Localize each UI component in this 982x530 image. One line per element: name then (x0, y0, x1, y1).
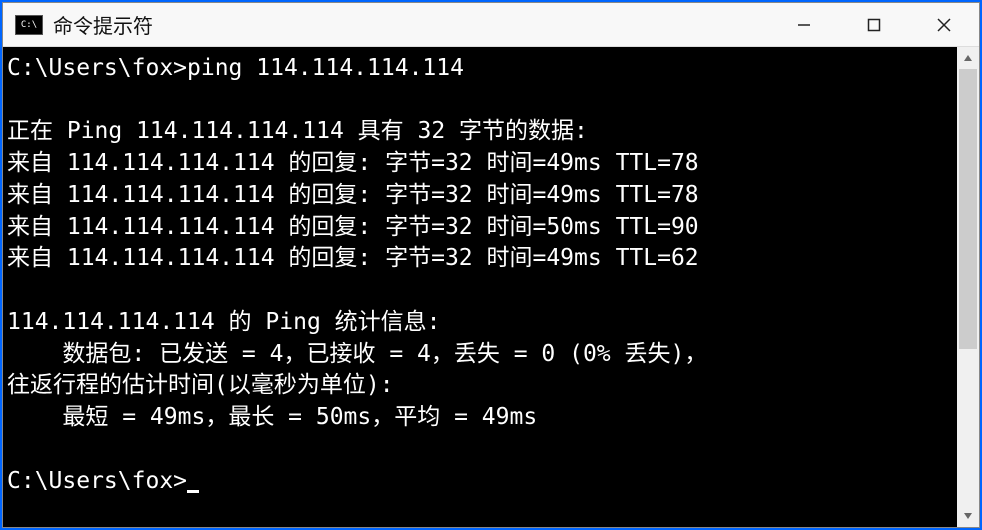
scroll-up-arrow-icon[interactable] (957, 47, 979, 69)
scroll-down-arrow-icon[interactable] (957, 505, 979, 527)
cursor (187, 490, 199, 493)
prompt: C:\Users\fox> (7, 468, 187, 494)
output-line: 来自 114.114.114.114 的回复: 字节=32 时间=49ms TT… (7, 150, 699, 176)
vertical-scrollbar[interactable] (957, 47, 979, 527)
output-line: 往返行程的估计时间(以毫秒为单位): (7, 372, 394, 398)
close-button[interactable] (909, 3, 979, 46)
output-line: 数据包: 已发送 = 4，已接收 = 4，丢失 = 0 (0% 丢失)， (7, 341, 707, 367)
maximize-button[interactable] (839, 3, 909, 46)
title-bar[interactable]: 命令提示符 (3, 3, 979, 47)
scrollbar-thumb[interactable] (959, 69, 977, 349)
cmd-icon (15, 15, 43, 35)
command-prompt-window: 命令提示符 C:\Users\fox>ping 114.114.114.114 … (2, 2, 980, 528)
output-line: 来自 114.114.114.114 的回复: 字节=32 时间=49ms TT… (7, 182, 699, 208)
window-controls (769, 3, 979, 46)
scrollbar-track[interactable] (957, 69, 979, 505)
output-line: 正在 Ping 114.114.114.114 具有 32 字节的数据: (7, 118, 588, 144)
prompt: C:\Users\fox> (7, 55, 187, 81)
window-title: 命令提示符 (53, 10, 769, 39)
terminal-area: C:\Users\fox>ping 114.114.114.114 正在 Pin… (3, 47, 979, 527)
output-line: 114.114.114.114 的 Ping 统计信息: (7, 309, 441, 335)
minimize-button[interactable] (769, 3, 839, 46)
command-text: ping 114.114.114.114 (187, 55, 464, 81)
output-line: 来自 114.114.114.114 的回复: 字节=32 时间=49ms TT… (7, 245, 699, 271)
output-line: 来自 114.114.114.114 的回复: 字节=32 时间=50ms TT… (7, 214, 699, 240)
terminal-output[interactable]: C:\Users\fox>ping 114.114.114.114 正在 Pin… (3, 47, 957, 527)
output-line: 最短 = 49ms，最长 = 50ms，平均 = 49ms (7, 404, 537, 430)
